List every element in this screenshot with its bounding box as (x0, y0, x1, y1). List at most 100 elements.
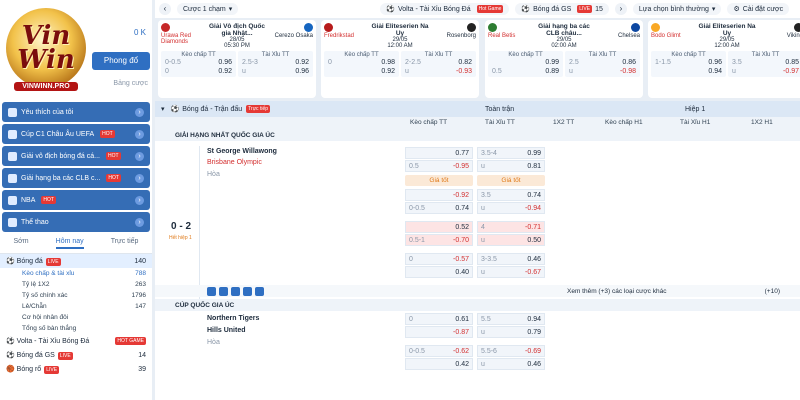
odds-cell[interactable]: 0.92 (326, 67, 397, 76)
odds-cell[interactable]: 3.5 0.74 (477, 189, 545, 201)
home-team[interactable]: St George Willawong (207, 148, 277, 155)
sidebar-item[interactable]: Cúp C1 Châu Âu UEFA HOT › (2, 124, 150, 144)
league-row[interactable]: CÚP QUỐC GIA ÚC (155, 299, 800, 311)
odds-cell[interactable]: 0 -0.57 (405, 253, 473, 265)
settings-button[interactable]: ⚙ Cài đặt cược (727, 3, 790, 15)
odds-cell[interactable]: u -0.98 (567, 67, 638, 76)
back-arrow-icon[interactable]: ‹ (159, 3, 171, 15)
odds-cell[interactable]: 0-0.5 0.74 (405, 202, 473, 214)
sport-football[interactable]: ⚽ Bóng đá LIVE 140 (0, 254, 152, 268)
odds-cell[interactable]: 0-0.5 -0.62 (405, 345, 473, 357)
odds-cell[interactable]: 3-3.5 0.46 (477, 253, 545, 265)
odds-cell[interactable]: 5.5-6 -0.69 (477, 345, 545, 357)
bet-slip-label[interactable]: Bảng cược (113, 80, 148, 87)
sort-select[interactable]: Lựa chọn bình thường ▾ (632, 3, 722, 15)
odds-cell[interactable]: 0.5 -0.95 (405, 160, 473, 172)
collapse-icon[interactable]: ▾ (161, 105, 165, 113)
odds-cell[interactable]: 0 0.92 (163, 67, 234, 76)
odds-cell[interactable]: 4 -0.71 (477, 221, 545, 233)
brand-logo[interactable]: Vin Win VINWINN.PRO (0, 0, 92, 100)
match-card[interactable]: Real Betis Giải hạng ba các CLB châu... 2… (485, 20, 643, 98)
market-label: Tổng số bàn thắng (22, 325, 77, 332)
odds-cell[interactable]: u 0.81 (477, 160, 545, 172)
odds-cell[interactable]: 0 0.61 (405, 313, 473, 325)
market-total-goals[interactable]: Tổng số bàn thắng (0, 323, 152, 334)
market-1x2[interactable]: Tỷ lệ 1X2 263 (0, 279, 152, 290)
match-card[interactable]: Bodo Glimt Giải Eliteserien Na Uy 29/05 12… (648, 20, 800, 98)
odds-line: u (481, 236, 485, 244)
league-row[interactable]: GIẢI HẠNG NHẤT QUỐC GIA ÚC (155, 129, 800, 141)
more-markets-link[interactable]: Xem thêm (+3) các loại cược khác (567, 288, 666, 295)
best-price-button[interactable]: Giá tốt (405, 175, 473, 186)
odds-cell[interactable]: -0.87 (405, 326, 473, 338)
chart-icon[interactable] (243, 286, 252, 296)
one-click-bet-tab[interactable]: Cược 1 chạm ▾ (177, 3, 239, 15)
odds-cell[interactable]: 0 0.98 (326, 58, 397, 67)
market-double-chance[interactable]: Cơ hội nhân đôi (0, 312, 152, 323)
volta-pill[interactable]: ⚽ Volta - Tài Xỉu Bóng Đá Hot Game (380, 3, 510, 15)
odds-cell[interactable]: u -0.97 (730, 67, 800, 76)
forward-arrow-icon[interactable]: › (614, 3, 627, 15)
sidebar-item[interactable]: NBA HOT › (2, 190, 150, 210)
odds-cell[interactable]: 2-2.5 0.82 (403, 58, 474, 67)
sidebar-item[interactable]: Thể thao › (2, 212, 150, 232)
market-correct-score[interactable]: Tỷ số chính xác 1796 (0, 290, 152, 301)
sport-count: 39 (138, 365, 146, 373)
odds-cell[interactable]: u 0.79 (477, 326, 545, 338)
odds-cell[interactable]: -0.92 (405, 189, 473, 201)
odds-cell[interactable]: 2.5 0.86 (567, 58, 638, 67)
odds-cell[interactable]: 2.5-3 0.92 (240, 58, 311, 67)
market-handicap-ou[interactable]: Kèo chấp & tài xỉu 788 (0, 268, 152, 279)
tab-live[interactable]: Trực tiếp (111, 238, 139, 249)
away-team[interactable]: Hills United (207, 327, 246, 334)
odds-value: 0.79 (527, 328, 541, 336)
odds-cell[interactable]: 0.40 (405, 266, 473, 278)
away-team[interactable]: Brisbane Olympic (207, 159, 262, 166)
odds-cell[interactable]: 0.5-1 -0.70 (405, 234, 473, 246)
sport-football-gs[interactable]: ⚽ Bóng đá GS LIVE 14 (0, 348, 152, 362)
tab-today[interactable]: Hôm nay (55, 238, 84, 249)
sidebar-item[interactable]: Yêu thích của tôi › (2, 102, 150, 122)
odds-value: 0.96 (708, 59, 722, 66)
odds-cell[interactable]: u -0.67 (477, 266, 545, 278)
best-price-button[interactable]: Giá tốt (477, 175, 545, 186)
tab-early[interactable]: Sớm (14, 238, 29, 249)
odds-cell[interactable]: 0.42 (405, 358, 473, 370)
odds-cell[interactable]: 0-0.5 0.96 (163, 58, 234, 67)
sport-volta[interactable]: ⚽ Volta - Tài Xỉu Bóng Đá HOT GAME (0, 334, 152, 348)
odds-cell[interactable]: u -0.93 (403, 67, 474, 76)
home-team[interactable]: Northern Tigers (207, 315, 259, 322)
gs-pill[interactable]: ⚽ Bóng đá GS LIVE 15 (515, 3, 609, 15)
odds-cell[interactable]: 1-1.5 0.96 (653, 58, 724, 67)
match-card[interactable]: Urawa Red Diamonds Giải Vô địch Quốc gia… (158, 20, 316, 98)
team-crest-icon (467, 23, 476, 32)
odds-cell[interactable]: u -0.94 (477, 202, 545, 214)
odds-cell[interactable]: 0.99 (490, 58, 561, 67)
odds-cell[interactable]: 5.5 0.94 (477, 313, 545, 325)
odds-value: 0.77 (455, 149, 469, 157)
away-team: Cerezo Osaka (274, 33, 313, 39)
odds-cell[interactable]: 0.52 (405, 221, 473, 233)
odds-cell[interactable]: 0.5 0.89 (490, 67, 561, 76)
stats-icon[interactable] (219, 286, 228, 296)
live-stream-icon[interactable] (231, 286, 240, 296)
deposit-button[interactable]: Phong đổ (92, 52, 150, 70)
sidebar-item[interactable]: Giải vô địch bóng đá cá... HOT › (2, 146, 150, 166)
star-icon[interactable] (207, 286, 216, 296)
market-odd-even[interactable]: Lẻ/Chẵn 147 (0, 301, 152, 312)
odds-cell[interactable]: u 0.50 (477, 234, 545, 246)
odds-cell[interactable]: 0.77 (405, 147, 473, 159)
soccer-ball-icon: ⚽ (6, 352, 17, 359)
odds-cell[interactable]: 3.5 0.85 (730, 58, 800, 67)
more-count[interactable]: (+10) (765, 288, 780, 295)
sidebar-item-label: Cúp C1 Châu Âu UEFA (21, 130, 95, 138)
sport-basketball[interactable]: 🏀 Bóng rổ LIVE 39 (0, 362, 152, 376)
info-icon[interactable] (255, 286, 264, 296)
odds-cell[interactable]: 3.5-4 0.99 (477, 147, 545, 159)
odds-cell[interactable]: u 0.96 (240, 67, 311, 76)
odds-cell[interactable]: 0.94 (653, 67, 724, 76)
odds-cell[interactable]: u 0.46 (477, 358, 545, 370)
settings-label: Cài đặt cược (742, 5, 784, 13)
match-card[interactable]: Fredrikstad Giải Eliteserien Na Uy 29/05 1… (321, 20, 479, 98)
sidebar-item[interactable]: Giải hạng ba các CLB c... HOT › (2, 168, 150, 188)
